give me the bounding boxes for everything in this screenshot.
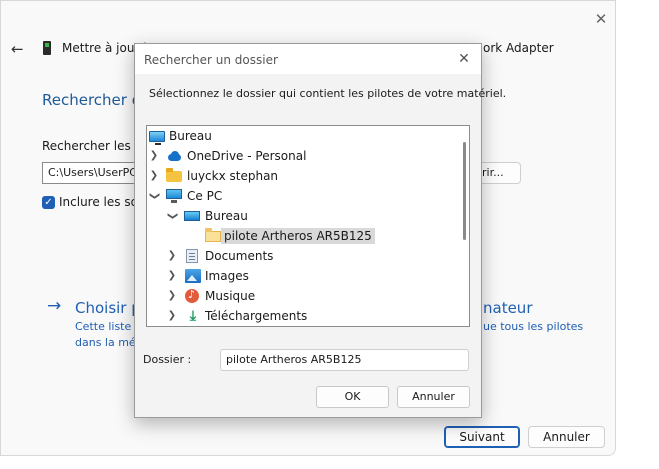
dialog-title: Rechercher un dossier [144,53,278,67]
arrow-right-icon: → [47,296,62,316]
browse-button[interactable]: rir... [481,162,521,184]
tree-item-label: Images [205,269,249,283]
back-arrow-icon[interactable]: ← [11,40,24,58]
image-icon [185,269,201,283]
tree-item-label: Documents [205,249,274,263]
tree-item-label: Téléchargements [205,309,308,323]
document-icon [186,249,198,263]
choose-driver-description-end: ue tous les pilotes [483,320,584,333]
pc-icon [166,189,182,203]
dialog-cancel-button[interactable]: Annuler [397,386,470,408]
device-icon [43,41,51,55]
include-subfolders-checkbox[interactable]: ✓ [42,196,55,209]
chevron-down-icon[interactable]: ❯ [165,211,179,221]
desktop-icon [149,131,165,145]
chevron-right-icon[interactable]: ❯ [149,149,159,163]
tree-item-user[interactable]: ❯ luyckx stephan [147,166,455,186]
tree-item-pilote-artheros[interactable]: pilote Artheros AR5B125 [147,226,455,246]
choose-driver-link-end[interactable]: nateur [483,299,532,317]
chevron-right-icon[interactable]: ❯ [167,249,177,263]
tree-scrollbar[interactable] [460,126,469,326]
folder-label: Dossier : [143,353,192,366]
chevron-right-icon[interactable]: ❯ [167,289,177,303]
tree-item-label: luyckx stephan [187,169,279,183]
tree-item-this-pc[interactable]: ❯ Ce PC [147,186,455,206]
tree-item-label: OneDrive - Personal [187,149,307,163]
browse-folder-dialog: Rechercher un dossier ✕ Sélectionnez le … [134,43,506,418]
chevron-right-icon[interactable]: ❯ [167,309,177,323]
folder-open-icon [205,228,221,242]
path-input[interactable]: C:\Users\UserPC [42,162,138,184]
choose-driver-description-line2: dans la mér [75,336,141,349]
dialog-instruction: Sélectionnez le dossier qui contient les… [149,87,507,100]
tree-item-label: Bureau [169,129,212,143]
tree-item-telechargements[interactable]: ❯ ⤓ Téléchargements [147,306,455,326]
download-icon: ⤓ [189,308,197,324]
folder-icon [166,168,182,182]
cloud-icon [166,151,182,161]
ok-button[interactable]: OK [316,386,389,408]
next-button[interactable]: Suivant [444,426,520,448]
chevron-right-icon[interactable]: ❯ [167,269,177,283]
folder-input[interactable]: pilote Artheros AR5B125 [220,349,469,371]
tree-item-bureau[interactable]: ❯ Bureau [147,206,455,226]
dialog-titlebar: Rechercher un dossier ✕ [135,44,481,74]
chevron-right-icon[interactable]: ❯ [149,169,159,183]
chevron-down-icon[interactable]: ❯ [147,191,161,201]
tree-item-onedrive[interactable]: ❯ OneDrive - Personal [147,146,455,166]
tree-item-musique[interactable]: ❯ Musique [147,286,455,306]
close-icon[interactable]: ✕ [593,11,609,27]
wizard-title-device: ork Adapter [483,41,554,55]
tree-item-label: Ce PC [187,189,223,203]
music-icon [185,288,199,303]
scrollbar-thumb[interactable] [463,142,466,240]
choose-driver-link[interactable]: Choisir p [75,299,141,317]
tree-item-bureau-root[interactable]: Bureau [147,126,455,146]
tree-item-images[interactable]: ❯ Images [147,266,455,286]
close-icon[interactable]: ✕ [456,51,472,67]
tree-item-documents[interactable]: ❯ Documents [147,246,455,266]
page-heading: Rechercher d [42,91,142,109]
choose-driver-description: Cette liste a [75,320,142,333]
folder-tree[interactable]: Bureau ❯ OneDrive - Personal ❯ luyckx st… [146,125,470,327]
tree-item-label: Bureau [205,209,248,223]
wizard-cancel-button[interactable]: Annuler [528,426,605,448]
desktop-icon [184,211,200,221]
tree-item-label: Musique [205,289,256,303]
tree-item-label: pilote Artheros AR5B125 [221,228,375,244]
